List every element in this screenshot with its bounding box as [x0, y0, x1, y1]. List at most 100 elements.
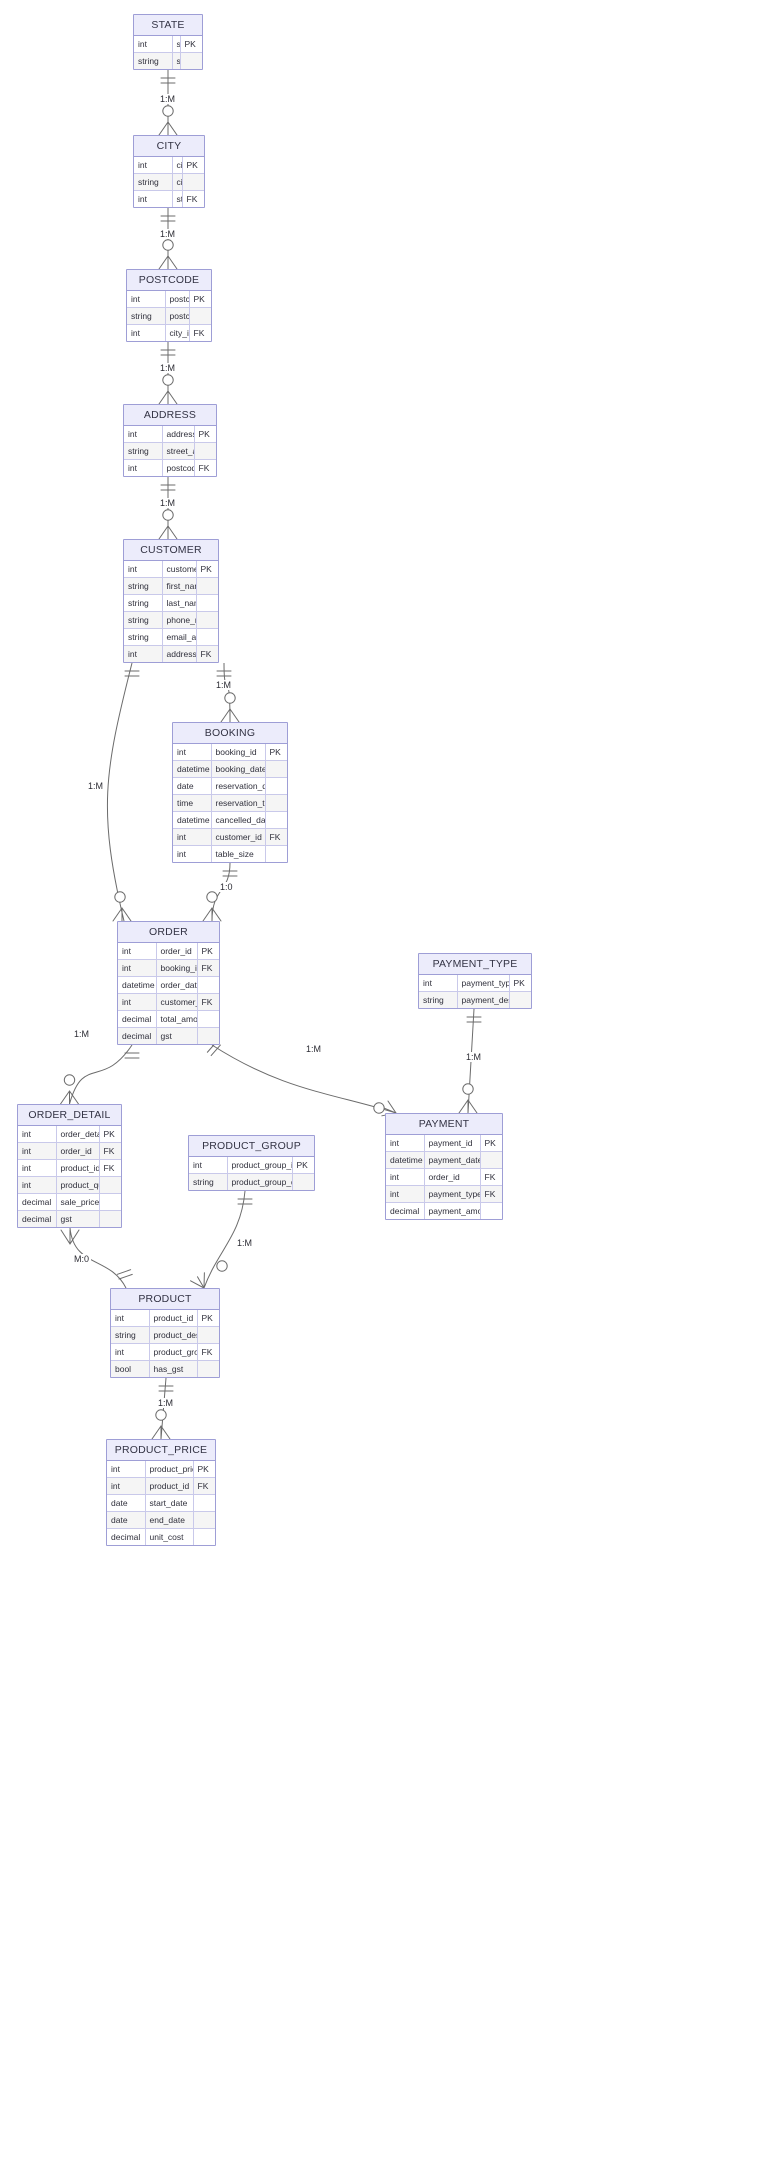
attribute-key: FK	[182, 190, 204, 207]
attribute-row: intcustomer_idPK	[124, 561, 218, 578]
attribute-key	[182, 173, 204, 191]
attribute-type: int	[18, 1142, 57, 1160]
cardinality-many-marker	[203, 908, 221, 921]
attribute-key: PK	[197, 1310, 219, 1327]
attribute-row: intpayment_type_idPK	[419, 975, 531, 992]
attribute-table-payment_type: intpayment_type_idPKstringpayment_descri…	[419, 975, 531, 1008]
attribute-row: datetimeorder_datetime	[118, 976, 219, 994]
cardinality-circle	[163, 375, 173, 385]
cardinality-one-marker	[125, 671, 139, 676]
entity-customer[interactable]: CUSTOMERintcustomer_idPKstringfirst_name…	[123, 539, 219, 663]
attribute-name: customer_id	[211, 828, 266, 846]
attribute-key: FK	[196, 645, 218, 662]
entity-address[interactable]: ADDRESSintaddress_idPKstringstreet_addre…	[123, 404, 217, 477]
attribute-key: PK	[182, 157, 204, 174]
attribute-type: int	[118, 959, 157, 977]
entity-postcode[interactable]: POSTCODEintpostcode_idPKstringpostcodein…	[126, 269, 212, 342]
attribute-key	[193, 1511, 215, 1529]
attribute-key	[197, 1010, 219, 1028]
attribute-key	[99, 1210, 121, 1227]
attribute-name: payment_id	[424, 1135, 481, 1152]
attribute-type: datetime	[173, 811, 212, 829]
edge-line	[113, 908, 122, 921]
attribute-table-state: intstate_idPKstringstate	[134, 36, 202, 69]
entity-payment[interactable]: PAYMENT int payment_id PK datetime payment_da…	[385, 1113, 503, 1220]
relationship-label-address-customer: 1:M	[158, 498, 178, 508]
attribute-name: reservation_time	[211, 794, 266, 812]
entity-title-state: STATE	[134, 15, 202, 36]
edge-line	[230, 709, 239, 722]
attribute-type: int	[18, 1126, 57, 1143]
cardinality-circle	[463, 1084, 473, 1094]
attribute-name: sale_price	[56, 1193, 100, 1211]
attribute-type: string	[134, 173, 173, 191]
attribute-key	[480, 1202, 502, 1219]
attribute-key	[193, 1494, 215, 1512]
edge-line	[70, 1091, 79, 1104]
entity-title-product_price: PRODUCT_PRICE	[107, 1440, 215, 1461]
edge-order-orderdetail	[70, 1045, 133, 1104]
attribute-type: int	[18, 1159, 57, 1177]
attribute-key	[99, 1193, 121, 1211]
attribute-key: FK	[197, 1343, 219, 1361]
attribute-key	[197, 1326, 219, 1344]
attribute-name: booking_id	[156, 959, 198, 977]
attribute-row: timereservation_time	[173, 794, 287, 812]
cardinality-one-marker	[125, 1053, 139, 1058]
entity-product_price[interactable]: PRODUCT_PRICEintproduct_price_idPKintpro…	[106, 1439, 216, 1546]
attribute-name: order_id	[56, 1142, 100, 1160]
attribute-type: string	[111, 1326, 150, 1344]
edge-line	[161, 1378, 166, 1439]
entity-title-payment: PAYMENT	[386, 1114, 502, 1135]
attribute-row: bool has_gst	[111, 1360, 219, 1377]
entity-booking[interactable]: BOOKING int booking_id PK datetime booking_da…	[172, 722, 288, 863]
attribute-key: FK	[189, 324, 211, 341]
cardinality-zero-marker	[163, 375, 173, 385]
entity-product_group[interactable]: PRODUCT_GROUP int product_group_id PK string…	[188, 1135, 315, 1191]
attribute-type: string	[419, 991, 458, 1008]
attribute-row: date end_date	[107, 1511, 215, 1529]
attribute-key: PK	[180, 36, 202, 53]
cardinality-circle	[115, 892, 125, 902]
attribute-name: payment_datetime	[424, 1151, 481, 1169]
attribute-type: int	[107, 1461, 146, 1478]
entity-title-customer: CUSTOMER	[124, 540, 218, 561]
attribute-name: product_description	[149, 1326, 198, 1344]
attribute-key	[196, 594, 218, 612]
attribute-key: PK	[292, 1157, 314, 1174]
attribute-type: int	[118, 993, 157, 1011]
attribute-type: int	[173, 828, 212, 846]
entity-state[interactable]: STATEintstate_idPKstringstate	[133, 14, 203, 70]
attribute-key: PK	[480, 1135, 502, 1152]
attribute-table-order: intorder_idPKintbooking_idFKdatetimeorde…	[118, 943, 219, 1044]
attribute-row: stringproduct_description	[111, 1326, 219, 1344]
entity-payment_type[interactable]: PAYMENT_TYPEintpayment_type_idPKstringpa…	[418, 953, 532, 1009]
attribute-key	[193, 1528, 215, 1545]
attribute-row: stringemail_address	[124, 628, 218, 646]
entity-title-product: PRODUCT	[111, 1289, 219, 1310]
edge-line	[117, 1270, 130, 1275]
attribute-name: gst	[56, 1210, 100, 1227]
attribute-name: product_price_id	[145, 1461, 194, 1478]
attribute-row: intorder_detail_idPK	[18, 1126, 121, 1143]
attribute-type: int	[419, 975, 458, 992]
attribute-row: datetimecancelled_datetime	[173, 811, 287, 829]
attribute-name: street_address	[162, 442, 195, 460]
cardinality-one-marker	[161, 216, 175, 221]
edge-line	[159, 526, 168, 539]
cardinality-zero-marker	[163, 240, 173, 250]
attribute-name: gst	[156, 1027, 198, 1044]
entity-order_detail[interactable]: ORDER_DETAILintorder_detail_idPKintorder…	[17, 1104, 122, 1228]
entity-product[interactable]: PRODUCTintproduct_idPKstringproduct_desc…	[110, 1288, 220, 1378]
entity-title-postcode: POSTCODE	[127, 270, 211, 291]
attribute-key: PK	[194, 426, 216, 443]
attribute-key: FK	[193, 1477, 215, 1495]
relationship-label-order_detail-product: M:0	[72, 1254, 92, 1264]
attribute-row: stringstreet_address	[124, 442, 216, 460]
edge-line	[122, 908, 131, 921]
attribute-key: FK	[99, 1159, 121, 1177]
attribute-row: stringstate	[134, 52, 202, 69]
entity-order[interactable]: ORDERintorder_idPKintbooking_idFKdatetim…	[117, 921, 220, 1045]
attribute-row: stringphone_number	[124, 611, 218, 629]
entity-city[interactable]: CITYintcity_idPKstringcityintstate_idFK	[133, 135, 205, 208]
